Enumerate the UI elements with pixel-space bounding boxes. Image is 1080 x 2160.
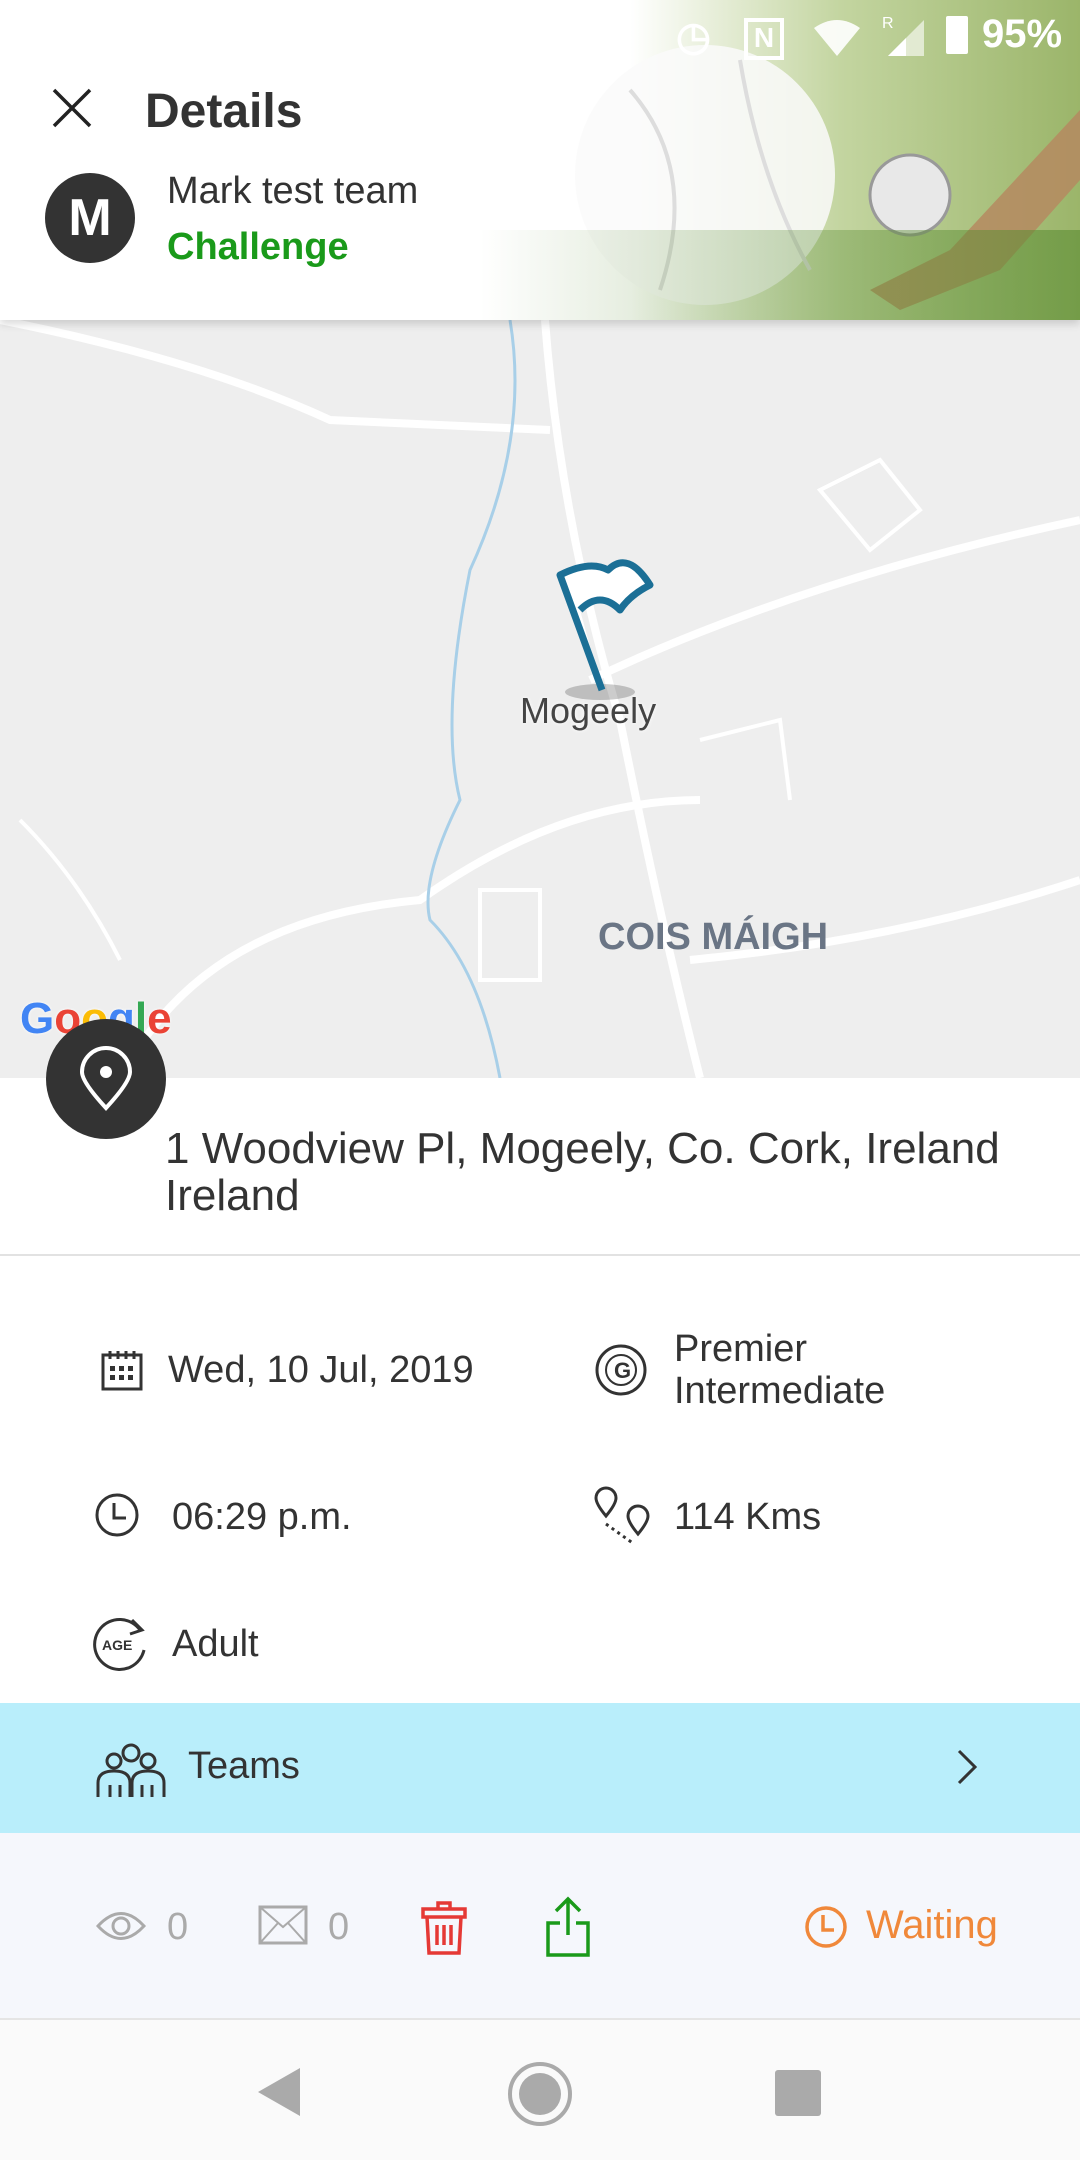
map-pin-icon [79, 1046, 133, 1111]
battery-icon [946, 16, 968, 54]
delete-icon[interactable] [420, 1899, 468, 1955]
status-label: Waiting [866, 1903, 998, 1947]
match-type: Challenge [167, 226, 349, 268]
action-bar: 0 0 Waiting [0, 1833, 1080, 2018]
map[interactable]: Mogeely COIS MÁIGH Google [0, 320, 1080, 1078]
grade-line-1: Premier [674, 1328, 808, 1370]
clock-icon [95, 1493, 139, 1537]
header: ◷ N R 95% Details M Mark test team Chall… [0, 0, 1080, 320]
divider [0, 1254, 1080, 1256]
messages-icon[interactable] [258, 1905, 308, 1945]
chevron-right-icon [957, 1749, 978, 1785]
waiting-clock-icon [805, 1906, 847, 1948]
svg-text:AGE: AGE [102, 1637, 132, 1653]
map-area-label: COIS MÁIGH [598, 916, 829, 958]
address-line-2: Ireland [165, 1171, 300, 1220]
system-navigation-bar [0, 2018, 1080, 2160]
wifi-icon [814, 20, 860, 56]
views-count: 0 [167, 1906, 189, 1948]
close-icon[interactable] [50, 86, 94, 130]
signal-icon: R [882, 15, 924, 56]
grade-line-2: Intermediate [674, 1370, 886, 1412]
recents-icon[interactable] [775, 2070, 821, 2116]
avatar: M [45, 173, 135, 263]
back-icon[interactable] [254, 2066, 304, 2118]
age-group: Adult [172, 1623, 259, 1665]
match-time: 06:29 p.m. [172, 1496, 352, 1538]
address-line-1: 1 Woodview Pl, Mogeely, Co. Cork, Irelan… [165, 1124, 1000, 1173]
map-place-label: Mogeely [520, 690, 657, 731]
home-icon[interactable] [506, 2060, 574, 2128]
page-title: Details [145, 85, 303, 138]
battery-percent: 95% [982, 12, 1063, 56]
svg-text:G: G [614, 1358, 631, 1383]
distance: 114 Kms [674, 1496, 822, 1538]
age-icon: AGE [93, 1617, 146, 1671]
alarm-icon: ◷ [676, 15, 711, 59]
teams-label: Teams [188, 1745, 300, 1787]
share-icon[interactable] [544, 1895, 592, 1959]
nfc-icon: N [744, 18, 784, 60]
flag-marker-icon[interactable] [550, 540, 660, 700]
distance-icon [594, 1486, 650, 1546]
teams-icon [96, 1743, 166, 1797]
match-date: Wed, 10 Jul, 2019 [168, 1349, 474, 1391]
teams-row[interactable]: Teams [0, 1703, 1080, 1833]
grade-icon: G [595, 1344, 647, 1396]
calendar-icon [101, 1351, 143, 1391]
messages-count: 0 [328, 1906, 350, 1948]
location-button[interactable] [46, 1019, 166, 1139]
views-icon [96, 1912, 146, 1940]
grass-decoration [480, 230, 1080, 320]
svg-text:R: R [882, 15, 894, 32]
team-name: Mark test team [167, 170, 419, 212]
